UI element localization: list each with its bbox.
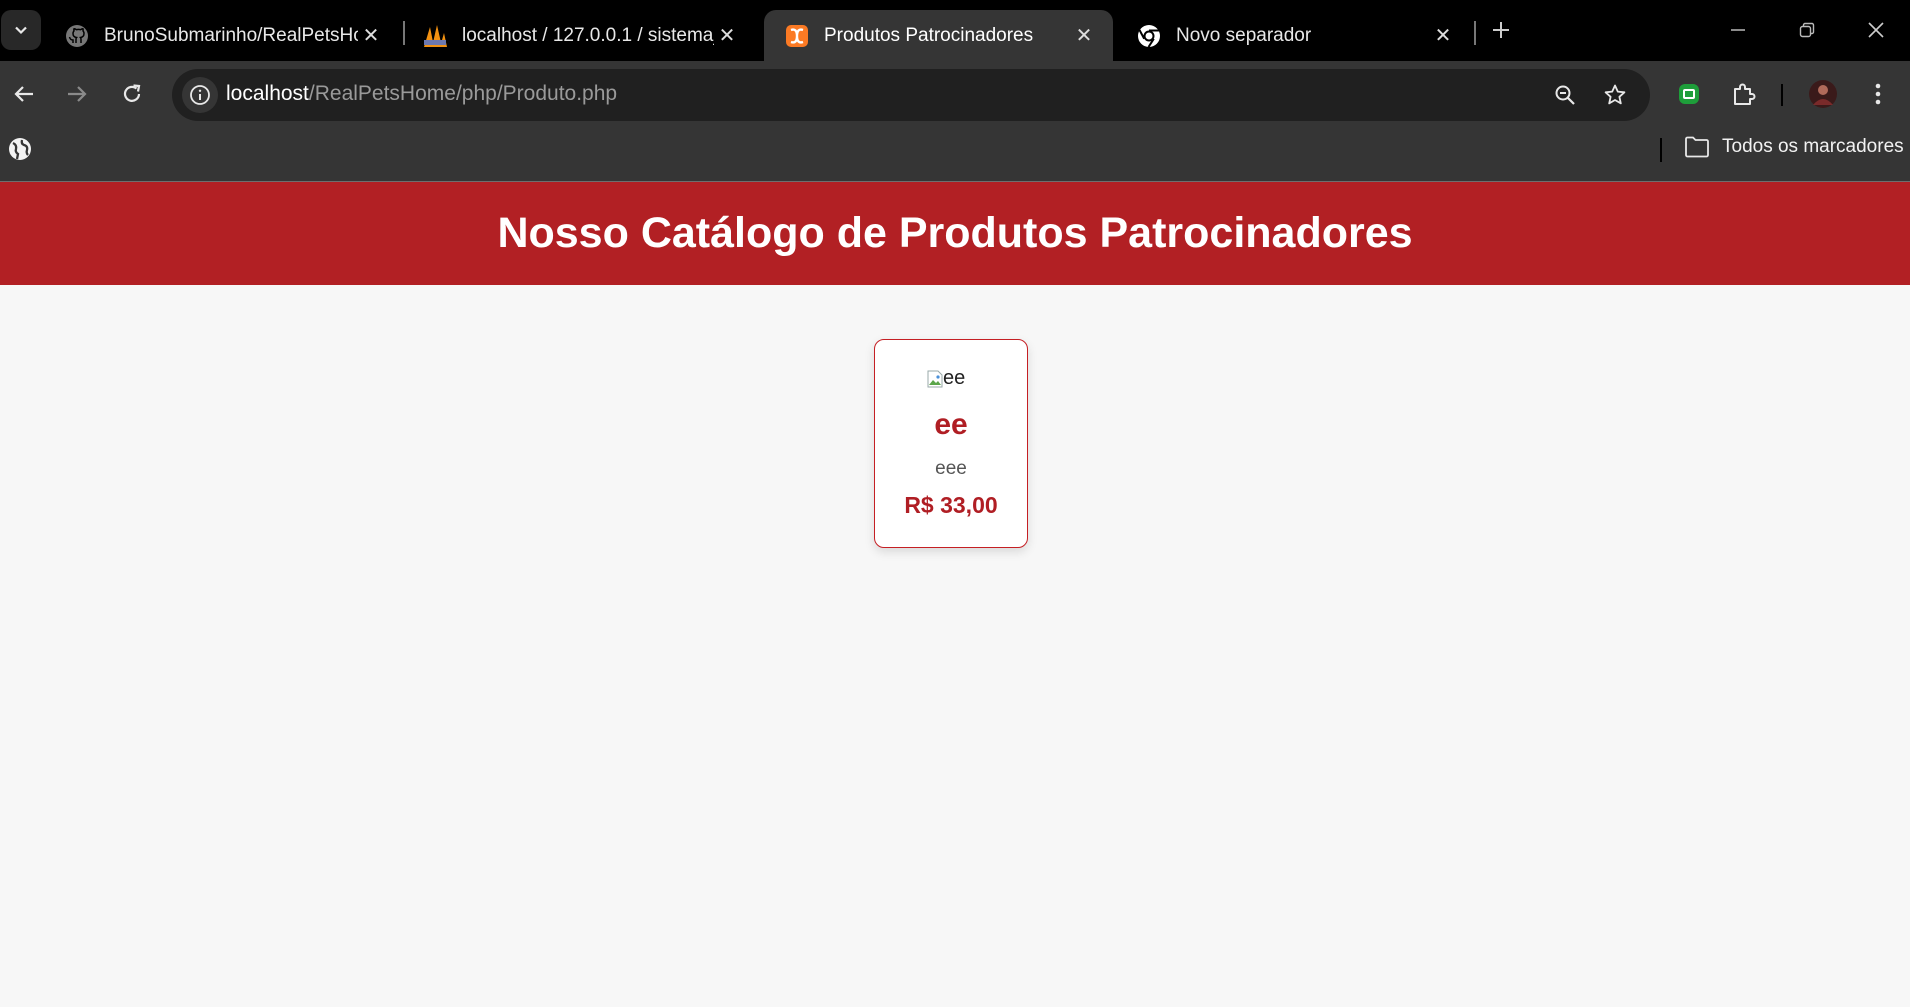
extensions-button[interactable] xyxy=(1724,74,1764,114)
bookmarks-label: Todos os marcadores xyxy=(1722,136,1904,157)
url-path: /RealPetsHome/php/Produto.php xyxy=(308,82,618,105)
address-bar[interactable]: localhost/RealPetsHome/php/Produto.php xyxy=(172,69,1650,121)
folder-icon xyxy=(1685,136,1709,158)
tab-title: Novo separador xyxy=(1176,24,1312,46)
bookmarks-divider xyxy=(1660,138,1662,162)
tab-produtos[interactable]: Produtos Patrocinadores ✕ xyxy=(764,10,1113,61)
minimize-icon xyxy=(1731,29,1745,31)
xampp-icon xyxy=(784,23,810,49)
tab-novo-separador[interactable]: Novo separador ✕ xyxy=(1116,10,1472,61)
globe-icon xyxy=(9,138,31,160)
tab-title: localhost / 127.0.0.1 / sistema_cadastro xyxy=(462,24,714,46)
avatar xyxy=(1809,80,1837,108)
product-price: R$ 33,00 xyxy=(904,492,998,518)
tab-strip: BrunoSubmarinho/RealPetsHome ✕ localhost… xyxy=(0,0,1910,61)
info-icon xyxy=(190,85,210,105)
chevron-down-icon xyxy=(15,26,27,35)
product-image-alt: ee xyxy=(943,367,966,389)
close-icon[interactable]: ✕ xyxy=(714,23,740,49)
broken-image-icon xyxy=(927,370,943,387)
minimize-button[interactable] xyxy=(1716,12,1760,48)
back-button[interactable] xyxy=(4,74,44,114)
product-card[interactable]: ee ee eee R$ 33,00 xyxy=(874,339,1028,548)
reload-icon xyxy=(123,84,141,102)
tab-title: Produtos Patrocinadores xyxy=(824,24,1034,46)
product-description: eee xyxy=(935,458,967,479)
close-icon xyxy=(1868,22,1884,38)
tab-title: BrunoSubmarinho/RealPetsHome xyxy=(104,24,358,46)
toolbar-divider xyxy=(1781,84,1783,106)
github-icon xyxy=(64,23,90,49)
plus-icon xyxy=(1493,22,1509,38)
menu-button[interactable] xyxy=(1858,74,1898,114)
apps-bookmark[interactable] xyxy=(1,130,39,168)
close-icon[interactable]: ✕ xyxy=(358,23,384,49)
restore-button[interactable] xyxy=(1785,12,1829,48)
zoom-out-icon xyxy=(1555,85,1575,105)
site-info-button[interactable] xyxy=(182,77,218,113)
page-title: Nosso Catálogo de Produtos Patrocinadore… xyxy=(497,209,1413,257)
product-name: ee xyxy=(934,408,968,441)
product-image: ee xyxy=(927,367,965,390)
extension-badge-icon xyxy=(1679,84,1699,104)
close-icon[interactable]: ✕ xyxy=(1430,23,1456,49)
url-text[interactable]: localhost/RealPetsHome/php/Produto.php xyxy=(226,82,617,106)
close-icon[interactable]: ✕ xyxy=(1071,23,1097,49)
tab-phpmyadmin[interactable]: localhost / 127.0.0.1 / sistema_cadastro… xyxy=(402,10,756,61)
tab-github[interactable]: BrunoSubmarinho/RealPetsHome ✕ xyxy=(44,10,400,61)
phpmyadmin-icon xyxy=(422,23,448,49)
url-host: localhost xyxy=(226,82,309,105)
all-bookmarks-button[interactable]: Todos os marcadores xyxy=(1684,136,1904,158)
profile-button[interactable] xyxy=(1803,74,1843,114)
chrome-icon xyxy=(1136,23,1162,49)
browser-chrome: BrunoSubmarinho/RealPetsHome ✕ localhost… xyxy=(0,0,1910,181)
tab-separator xyxy=(1474,21,1476,45)
bookmark-star-button[interactable] xyxy=(1600,80,1630,110)
close-window-button[interactable] xyxy=(1854,12,1898,48)
more-vert-icon xyxy=(1875,83,1881,105)
reload-button[interactable] xyxy=(112,74,152,114)
tab-search-button[interactable] xyxy=(1,10,41,50)
page-header: Nosso Catálogo de Produtos Patrocinadore… xyxy=(0,181,1910,285)
puzzle-icon xyxy=(1734,83,1756,105)
arrow-right-icon xyxy=(68,86,87,102)
extension-button[interactable] xyxy=(1669,74,1709,114)
star-icon xyxy=(1604,84,1626,105)
forward-button[interactable] xyxy=(57,74,97,114)
zoom-button[interactable] xyxy=(1550,80,1580,110)
restore-icon xyxy=(1799,22,1815,38)
arrow-left-icon xyxy=(14,86,33,102)
new-tab-button[interactable] xyxy=(1486,14,1516,46)
